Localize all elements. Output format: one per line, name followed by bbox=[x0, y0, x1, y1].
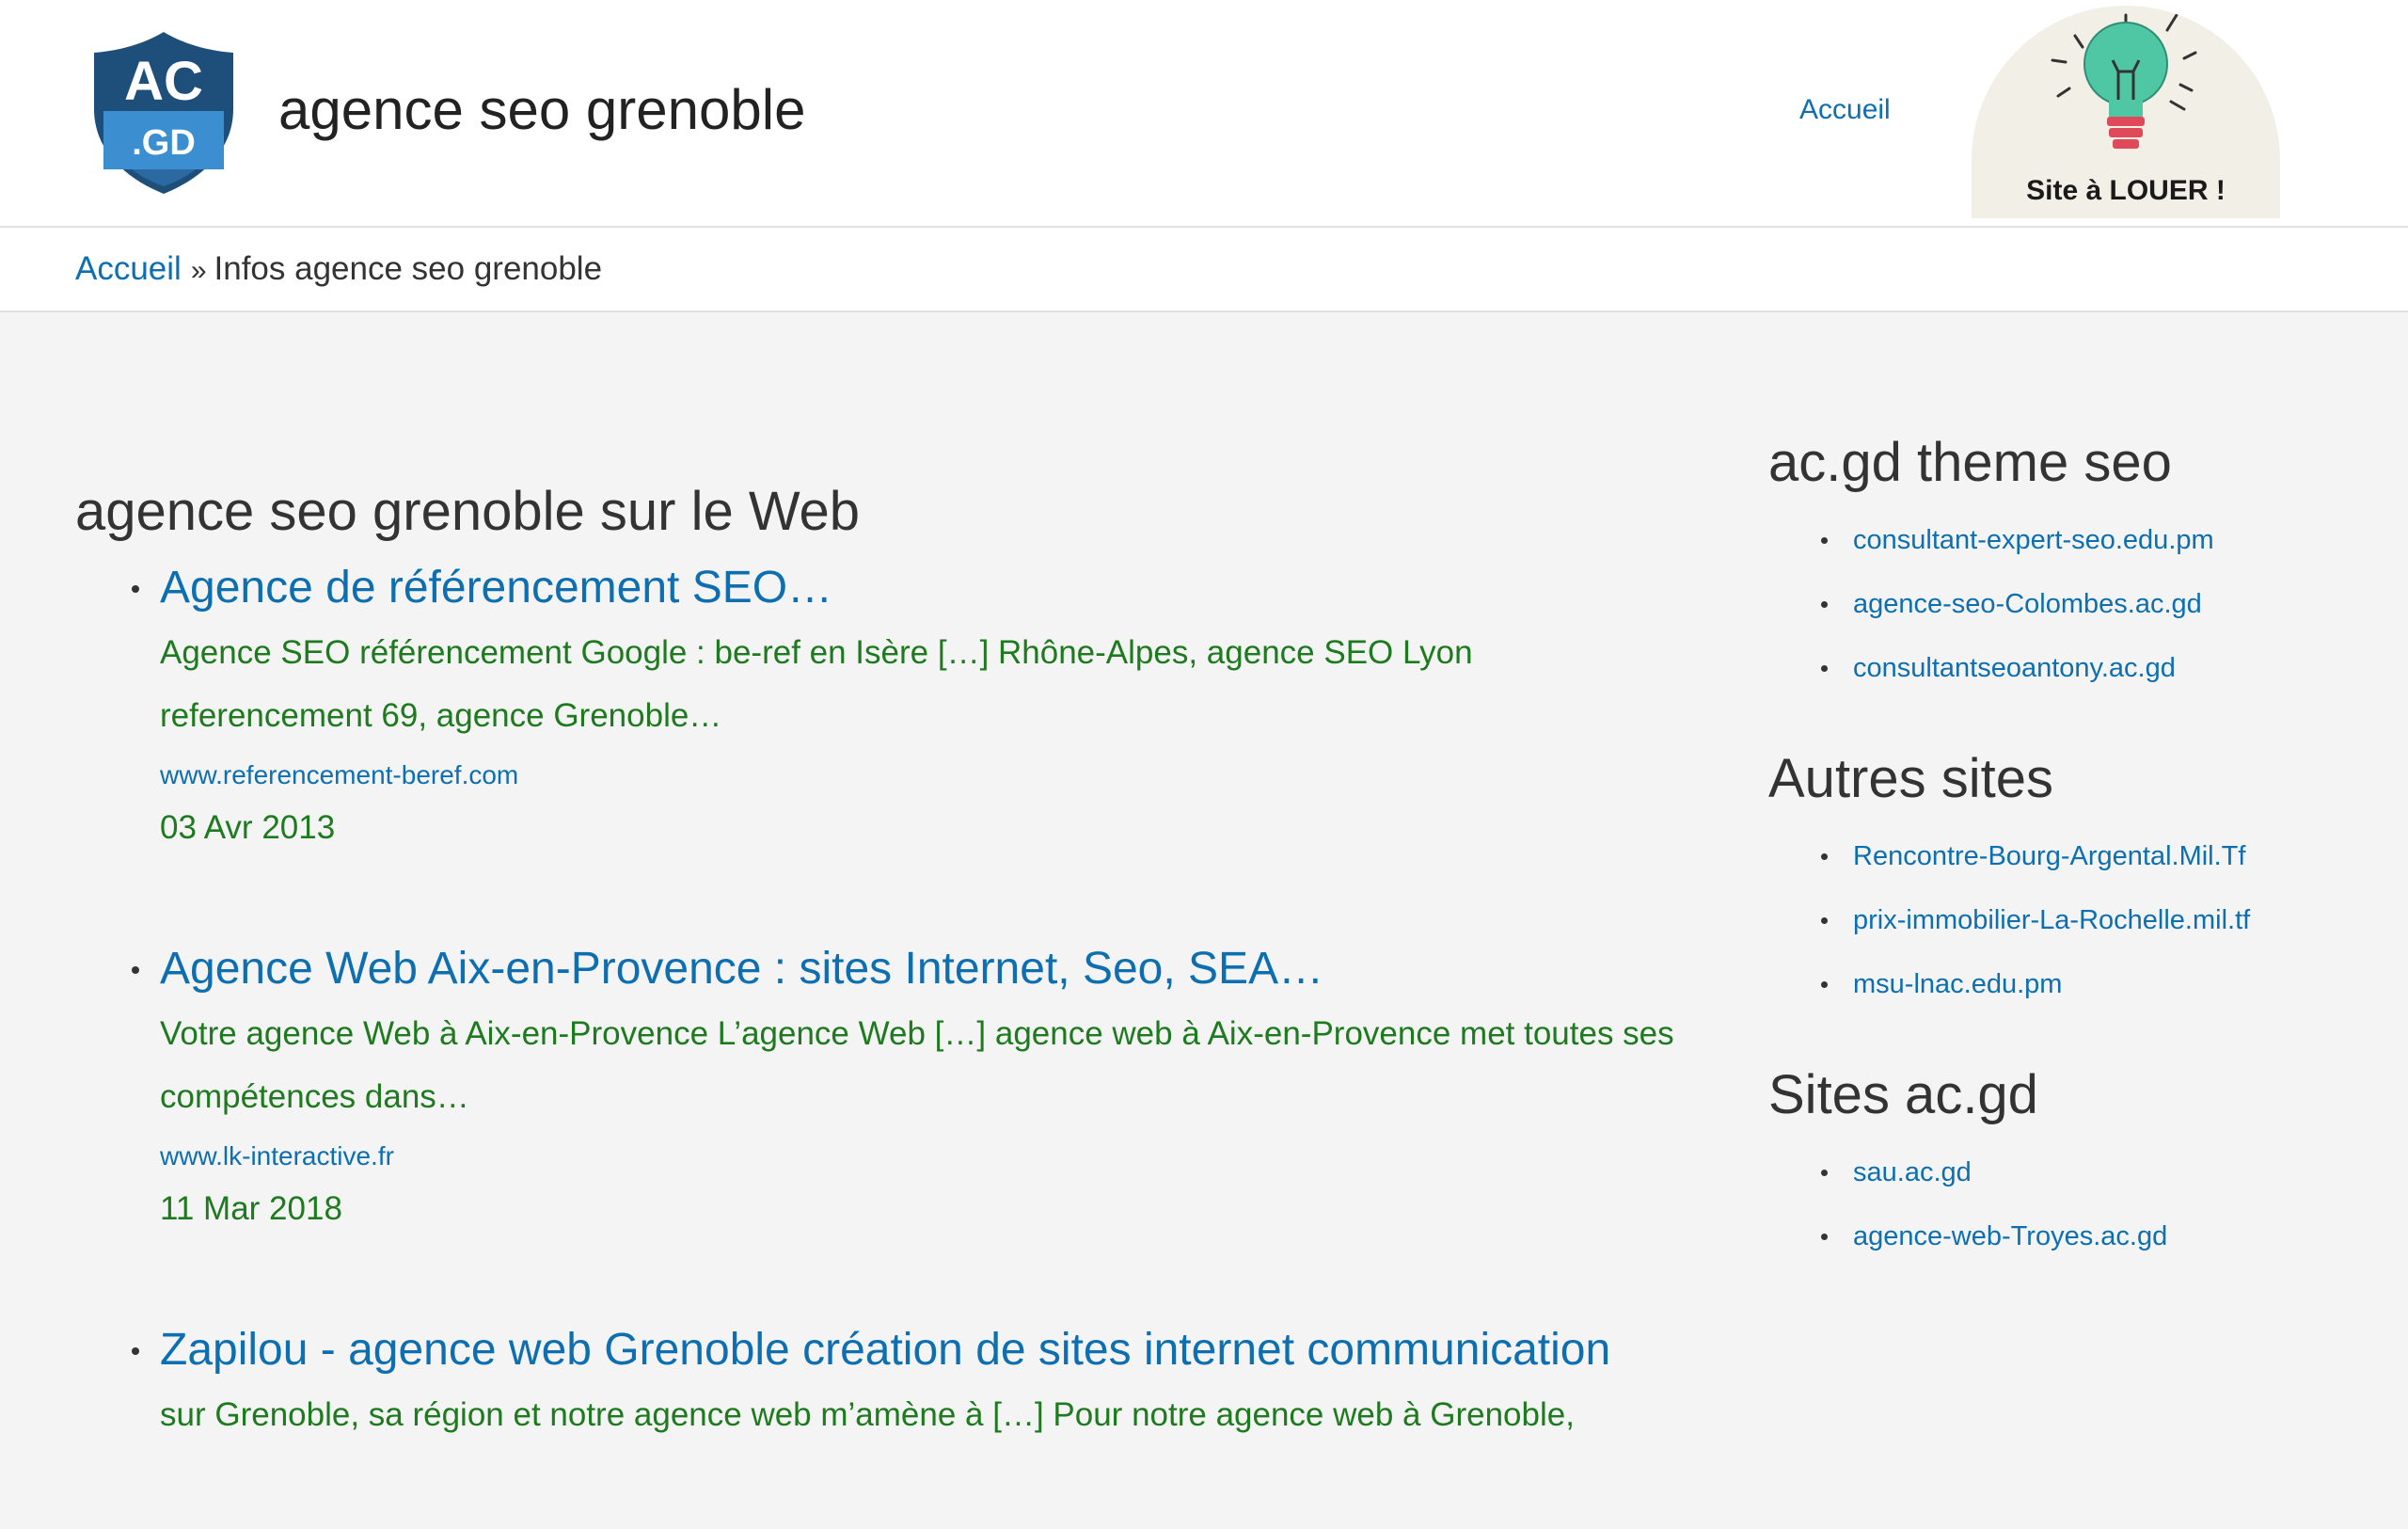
sidebar-link[interactable]: prix-immobilier-La-Rochelle.mil.tf bbox=[1853, 905, 2250, 935]
breadcrumb-current: Infos agence seo grenoble bbox=[214, 250, 603, 287]
sidebar-list-theme-seo: consultant-expert-seo.edu.pm agence-seo-… bbox=[1768, 508, 2370, 700]
sidebar-link[interactable]: sau.ac.gd bbox=[1853, 1157, 1972, 1187]
result-url-link[interactable]: www.referencement-beref.com bbox=[160, 757, 1674, 794]
result-date: 11 Mar 2018 bbox=[160, 1190, 342, 1227]
sidebar-list-sites-acgd: sau.ac.gd agence-web-Troyes.ac.gd bbox=[1768, 1140, 2370, 1268]
site-header: AC .GD agence seo grenoble Accueil Site … bbox=[0, 0, 2408, 228]
breadcrumb: Accueil » Infos agence seo grenoble bbox=[0, 228, 2408, 312]
sidebar-link[interactable]: msu-lnac.edu.pm bbox=[1853, 969, 2062, 999]
sidebar-link[interactable]: consultant-expert-seo.edu.pm bbox=[1853, 525, 2214, 555]
result-item: Agence Web Aix-en-Provence : sites Inter… bbox=[75, 936, 1674, 1234]
sidebar-list-item: consultant-expert-seo.edu.pm bbox=[1768, 508, 2370, 572]
sidebar-link[interactable]: agence-seo-Colombes.ac.gd bbox=[1853, 589, 2202, 619]
result-date: 03 Avr 2013 bbox=[160, 809, 336, 846]
sidebar-link[interactable]: agence-web-Troyes.ac.gd bbox=[1853, 1221, 2167, 1251]
result-title-link[interactable]: Zapilou - agence web Grenoble création d… bbox=[160, 1317, 1674, 1383]
result-title-link[interactable]: Agence Web Aix-en-Provence : sites Inter… bbox=[160, 936, 1674, 1002]
result-snippet: sur Grenoble, sa région et notre agence … bbox=[160, 1396, 1575, 1433]
sidebar-list-item: Rencontre-Bourg-Argental.Mil.Tf bbox=[1768, 824, 2370, 888]
result-url-link[interactable]: www.lk-interactive.fr bbox=[160, 1138, 1674, 1175]
sidebar-list-item: agence-seo-Colombes.ac.gd bbox=[1768, 572, 2370, 636]
lightbulb-icon bbox=[2051, 13, 2197, 149]
sidebar-list-autres-sites: Rencontre-Bourg-Argental.Mil.Tf prix-imm… bbox=[1768, 824, 2370, 1016]
site-title: agence seo grenoble bbox=[278, 78, 806, 141]
sidebar-heading-autres-sites: Autres sites bbox=[1768, 748, 2053, 809]
result-title-link[interactable]: Agence de référencement SEO… bbox=[160, 555, 1674, 621]
promo-text: Site à LOUER ! bbox=[2026, 175, 2226, 206]
result-snippet: Agence SEO référencement Google : be-ref… bbox=[160, 634, 1473, 734]
result-snippet: Votre agence Web à Aix-en-Provence L’age… bbox=[160, 1015, 1674, 1115]
site-logo[interactable]: AC .GD bbox=[88, 28, 239, 198]
sidebar-heading-sites-acgd: Sites ac.gd bbox=[1768, 1064, 2038, 1125]
breadcrumb-separator: » bbox=[190, 255, 207, 286]
results-list: Agence de référencement SEO… Agence SEO … bbox=[75, 555, 1674, 1529]
promo-banner[interactable]: Site à LOUER ! bbox=[1972, 6, 2280, 218]
sidebar-link[interactable]: Rencontre-Bourg-Argental.Mil.Tf bbox=[1853, 841, 2245, 871]
sidebar: ac.gd theme seo consultant-expert-seo.ed… bbox=[1768, 425, 2370, 1310]
sidebar-list-item: sau.ac.gd bbox=[1768, 1140, 2370, 1204]
nav-home-link[interactable]: Accueil bbox=[1799, 94, 1891, 126]
breadcrumb-home-link[interactable]: Accueil bbox=[75, 250, 182, 287]
sidebar-link[interactable]: consultantseoantony.ac.gd bbox=[1853, 653, 2176, 683]
svg-text:.GD: .GD bbox=[132, 123, 196, 163]
results-heading: agence seo grenoble sur le Web bbox=[75, 481, 861, 542]
result-item: Zapilou - agence web Grenoble création d… bbox=[75, 1317, 1674, 1446]
sidebar-list-item: msu-lnac.edu.pm bbox=[1768, 952, 2370, 1016]
sidebar-heading-theme-seo: ac.gd theme seo bbox=[1768, 432, 2172, 493]
shield-icon: AC .GD bbox=[94, 32, 233, 194]
sidebar-list-item: prix-immobilier-La-Rochelle.mil.tf bbox=[1768, 888, 2370, 952]
sidebar-list-item: agence-web-Troyes.ac.gd bbox=[1768, 1204, 2370, 1268]
result-item: Agence de référencement SEO… Agence SEO … bbox=[75, 555, 1674, 853]
svg-text:AC: AC bbox=[124, 51, 203, 112]
sidebar-list-item: consultantseoantony.ac.gd bbox=[1768, 636, 2370, 700]
